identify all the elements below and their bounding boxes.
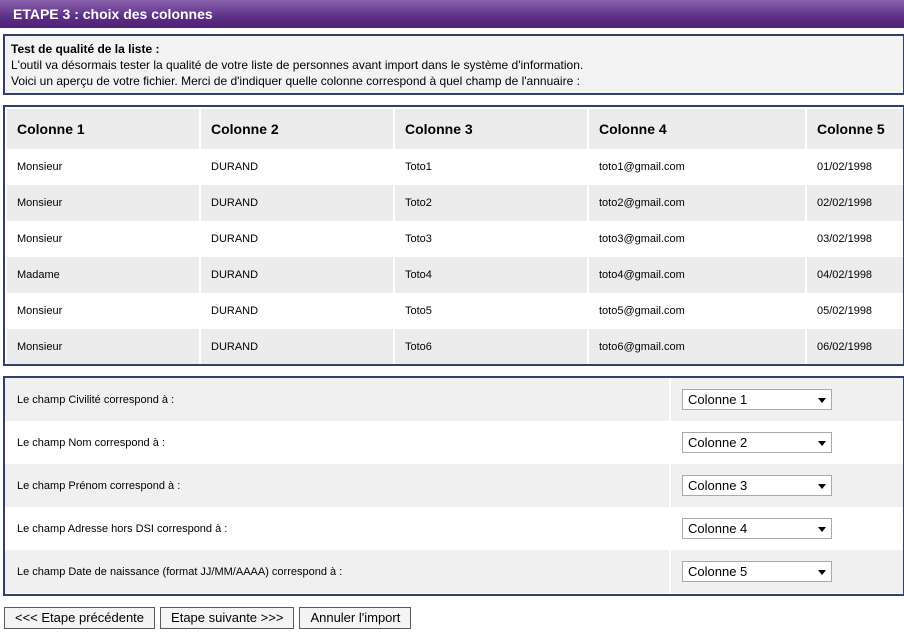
table-cell: 06/02/1998 — [807, 329, 903, 364]
table-cell: Toto1 — [395, 149, 589, 185]
table-cell: Toto2 — [395, 185, 589, 221]
table-cell: toto3@gmail.com — [589, 221, 807, 257]
cancel-import-button[interactable]: Annuler l'import — [299, 607, 412, 629]
table-cell: toto4@gmail.com — [589, 257, 807, 293]
chevron-down-icon — [818, 484, 826, 489]
table-cell: 02/02/1998 — [807, 185, 903, 221]
mapping-row-nom: Le champ Nom correspond à : Colonne 2 — [5, 421, 903, 464]
chevron-down-icon — [818, 570, 826, 575]
table-row: Monsieur DURAND Toto1 toto1@gmail.com 01… — [7, 149, 903, 185]
table-cell: DURAND — [201, 221, 395, 257]
table-cell: Toto3 — [395, 221, 589, 257]
select-value: Colonne 2 — [688, 435, 748, 450]
nom-column-select[interactable]: Colonne 2 — [682, 432, 832, 453]
info-line-1: L'outil va désormais tester la qualité d… — [11, 58, 584, 72]
wizard-button-bar: <<< Etape précédente Etape suivante >>> … — [4, 607, 412, 629]
table-cell: DURAND — [201, 329, 395, 364]
table-cell: 01/02/1998 — [807, 149, 903, 185]
table-cell: toto2@gmail.com — [589, 185, 807, 221]
mapping-row-adresse: Le champ Adresse hors DSI correspond à :… — [5, 507, 903, 550]
select-value: Colonne 4 — [688, 521, 748, 536]
table-cell: DURAND — [201, 149, 395, 185]
chevron-down-icon — [818, 441, 826, 446]
chevron-down-icon — [818, 398, 826, 403]
previous-step-button[interactable]: <<< Etape précédente — [4, 607, 156, 629]
select-value: Colonne 1 — [688, 392, 748, 407]
table-row: Madame DURAND Toto4 toto4@gmail.com 04/0… — [7, 257, 903, 293]
chevron-down-icon — [818, 527, 826, 532]
adresse-column-select[interactable]: Colonne 4 — [682, 518, 832, 539]
table-cell: toto5@gmail.com — [589, 293, 807, 329]
table-cell: Madame — [7, 257, 201, 293]
mapping-row-civilite: Le champ Civilité correspond à : Colonne… — [5, 378, 903, 421]
table-row: Monsieur DURAND Toto6 toto6@gmail.com 06… — [7, 329, 903, 364]
table-cell: DURAND — [201, 185, 395, 221]
mapping-label: Le champ Civilité correspond à : — [5, 378, 671, 421]
column-header: Colonne 4 — [589, 109, 807, 149]
mapping-row-date-naissance: Le champ Date de naissance (format JJ/MM… — [5, 550, 903, 593]
column-mapping-form: Le champ Civilité correspond à : Colonne… — [3, 376, 904, 596]
table-cell: Monsieur — [7, 149, 201, 185]
info-line-2: Voici un aperçu de votre fichier. Merci … — [11, 74, 580, 88]
column-header: Colonne 1 — [7, 109, 201, 149]
select-value: Colonne 3 — [688, 478, 748, 493]
next-step-button[interactable]: Etape suivante >>> — [160, 607, 295, 629]
table-cell: DURAND — [201, 257, 395, 293]
table-cell: DURAND — [201, 293, 395, 329]
table-cell: toto1@gmail.com — [589, 149, 807, 185]
table-cell: Monsieur — [7, 293, 201, 329]
select-value: Colonne 5 — [688, 564, 748, 579]
table-cell: Toto6 — [395, 329, 589, 364]
table-row: Monsieur DURAND Toto3 toto3@gmail.com 03… — [7, 221, 903, 257]
info-panel: Test de qualité de la liste : L'outil va… — [3, 34, 904, 95]
table-row: Monsieur DURAND Toto5 toto5@gmail.com 05… — [7, 293, 903, 329]
column-header: Colonne 5 — [807, 109, 903, 149]
mapping-label: Le champ Adresse hors DSI correspond à : — [5, 507, 671, 550]
table-cell: 03/02/1998 — [807, 221, 903, 257]
table-cell: Monsieur — [7, 329, 201, 364]
date-naissance-column-select[interactable]: Colonne 5 — [682, 561, 832, 582]
table-header-row: Colonne 1 Colonne 2 Colonne 3 Colonne 4 … — [7, 109, 903, 149]
table-cell: Monsieur — [7, 185, 201, 221]
mapping-label: Le champ Nom correspond à : — [5, 421, 671, 464]
file-preview-table: Colonne 1 Colonne 2 Colonne 3 Colonne 4 … — [3, 105, 904, 366]
info-heading: Test de qualité de la liste : — [11, 42, 160, 56]
table-cell: 05/02/1998 — [807, 293, 903, 329]
mapping-label: Le champ Date de naissance (format JJ/MM… — [5, 550, 671, 593]
table-cell: Toto4 — [395, 257, 589, 293]
prenom-column-select[interactable]: Colonne 3 — [682, 475, 832, 496]
mapping-row-prenom: Le champ Prénom correspond à : Colonne 3 — [5, 464, 903, 507]
column-header: Colonne 3 — [395, 109, 589, 149]
column-header: Colonne 2 — [201, 109, 395, 149]
table-cell: Toto5 — [395, 293, 589, 329]
table-cell: 04/02/1998 — [807, 257, 903, 293]
mapping-label: Le champ Prénom correspond à : — [5, 464, 671, 507]
table-row: Monsieur DURAND Toto2 toto2@gmail.com 02… — [7, 185, 903, 221]
civilite-column-select[interactable]: Colonne 1 — [682, 389, 832, 410]
table-cell: Monsieur — [7, 221, 201, 257]
table-cell: toto6@gmail.com — [589, 329, 807, 364]
step-title: ETAPE 3 : choix des colonnes — [0, 0, 904, 28]
